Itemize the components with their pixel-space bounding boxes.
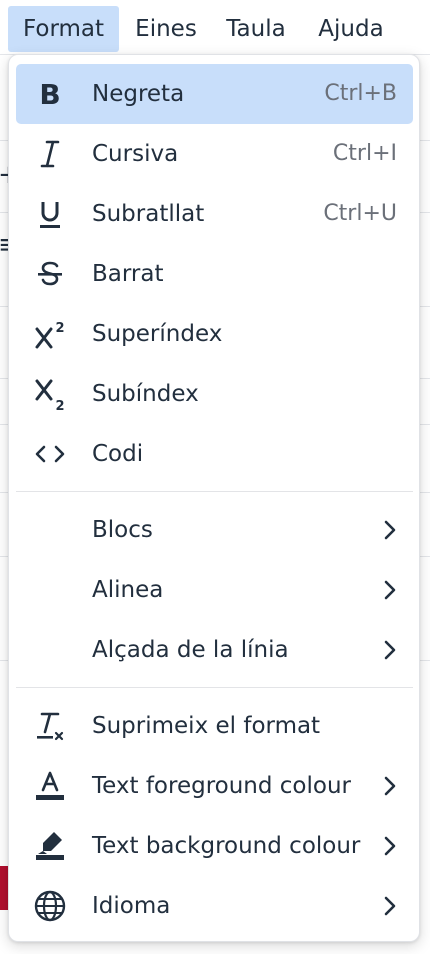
menu-item-superscript[interactable]: 2 Superíndex	[16, 304, 413, 364]
superscript-icon: 2	[32, 316, 68, 352]
globe-icon	[32, 888, 68, 924]
menu-item-remove-format[interactable]: Suprimeix el format	[16, 696, 413, 756]
menu-item-language[interactable]: Idioma	[16, 876, 413, 936]
menubar: Format Eines Taula Ajuda	[0, 0, 430, 55]
menu-item-italic[interactable]: Cursiva Ctrl+I	[16, 124, 413, 184]
menu-item-label: Text foreground colour	[92, 773, 351, 799]
menu-item-bold[interactable]: B Negreta Ctrl+B	[16, 64, 413, 124]
strikethrough-icon	[32, 256, 68, 292]
editor-accent-block	[0, 866, 8, 910]
menu-item-label: Text background colour	[92, 833, 361, 859]
menu-item-shortcut: Ctrl+I	[332, 141, 397, 166]
menu-item-blocks[interactable]: Blocs	[16, 500, 413, 560]
chevron-right-icon	[383, 639, 397, 661]
svg-text:2: 2	[55, 321, 64, 336]
svg-text:2: 2	[55, 399, 64, 412]
menubar-ajuda[interactable]: Ajuda	[306, 6, 396, 52]
menu-item-label: Negreta	[92, 81, 185, 107]
menu-item-shortcut: Ctrl+U	[323, 201, 397, 226]
chevron-right-icon	[383, 775, 397, 797]
chevron-right-icon	[383, 895, 397, 917]
highlight-color-icon	[32, 828, 68, 864]
subscript-icon: 2	[32, 376, 68, 412]
menu-item-shortcut: Ctrl+B	[324, 81, 397, 106]
menu-item-label: Superíndex	[92, 321, 223, 347]
menu-item-text-color[interactable]: Text foreground colour	[16, 756, 413, 816]
format-menu: B Negreta Ctrl+B Cursiva Ctrl+I Subratll…	[8, 54, 420, 942]
editor-page: + ≡ Format Eines Taula Ajuda B Negreta C…	[0, 0, 430, 954]
menubar-format[interactable]: Format	[8, 6, 119, 52]
chevron-right-icon	[383, 579, 397, 601]
bold-icon: B	[32, 76, 68, 112]
menu-item-strikethrough[interactable]: Barrat	[16, 244, 413, 304]
menu-item-label: Subratllat	[92, 201, 205, 227]
text-color-icon	[32, 768, 68, 804]
menu-item-subscript[interactable]: 2 Subíndex	[16, 364, 413, 424]
chevron-right-icon	[383, 835, 397, 857]
remove-formatting-icon	[32, 708, 68, 744]
code-icon	[32, 436, 68, 472]
menu-item-label: Suprimeix el format	[92, 713, 321, 739]
menubar-eines[interactable]: Eines	[124, 6, 208, 52]
menu-separator	[16, 491, 413, 492]
menu-item-label: Codi	[92, 441, 144, 467]
menu-item-label: Barrat	[92, 261, 164, 287]
menu-item-label: Alçada de la línia	[92, 637, 289, 663]
menu-item-background-color[interactable]: Text background colour	[16, 816, 413, 876]
italic-icon	[32, 136, 68, 172]
svg-text:B: B	[39, 78, 60, 111]
chevron-right-icon	[383, 519, 397, 541]
menu-separator	[16, 687, 413, 688]
menu-item-label: Subíndex	[92, 381, 199, 407]
menu-item-label: Alinea	[92, 577, 164, 603]
menu-item-align[interactable]: Alinea	[16, 560, 413, 620]
menu-item-label: Blocs	[92, 517, 153, 543]
menu-item-line-height[interactable]: Alçada de la línia	[16, 620, 413, 680]
menu-item-label: Cursiva	[92, 141, 179, 167]
menu-item-underline[interactable]: Subratllat Ctrl+U	[16, 184, 413, 244]
underline-icon	[32, 196, 68, 232]
menu-item-label: Idioma	[92, 893, 171, 919]
menu-item-code[interactable]: Codi	[16, 424, 413, 484]
menubar-taula[interactable]: Taula	[216, 6, 296, 52]
